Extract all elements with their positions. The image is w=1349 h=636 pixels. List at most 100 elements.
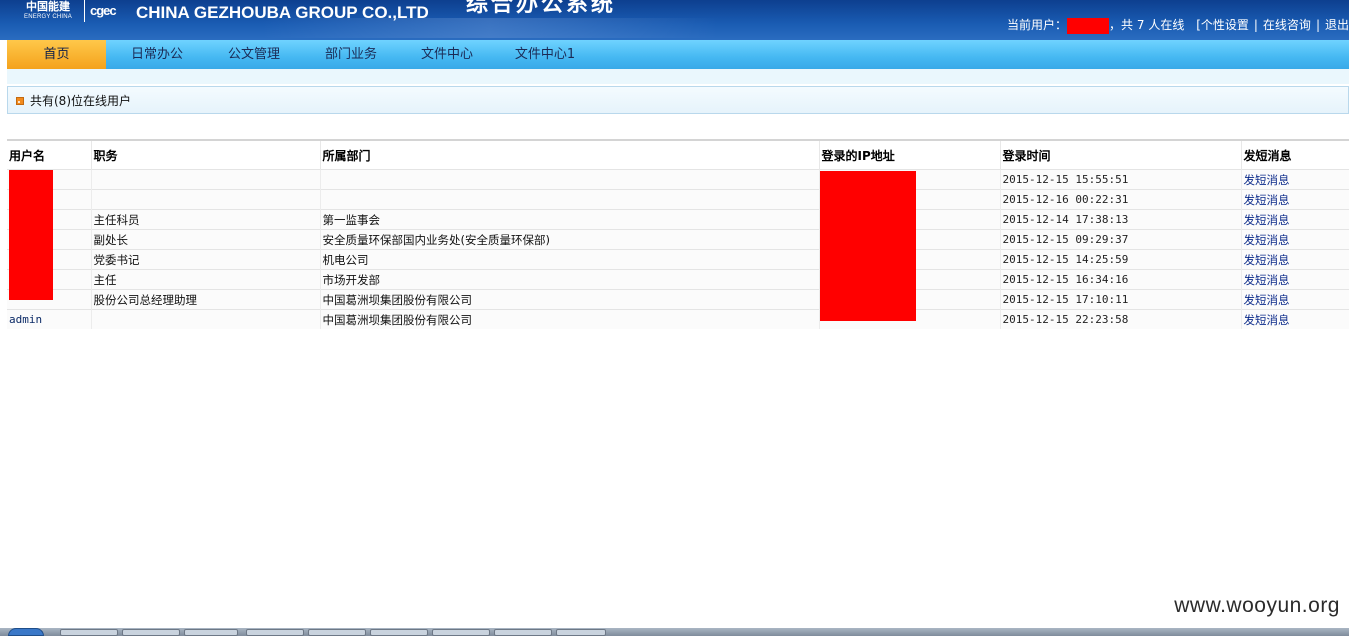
taskbar-button[interactable] xyxy=(246,629,304,636)
cell-login-time: 2015-12-15 16:34:16 xyxy=(1000,269,1242,290)
table-row: 党委书记 机电公司 2015-12-15 14:25:59 发短消息 xyxy=(7,249,1349,270)
table-row: 主任 市场开发部 2015-12-15 16:34:16 发短消息 xyxy=(7,269,1349,290)
cell-login-time: 2015-12-15 09:29:37 xyxy=(1000,229,1242,250)
redacted-usernames xyxy=(9,170,53,300)
cell-action: 发短消息 xyxy=(1241,209,1349,230)
cell-action: 发短消息 xyxy=(1241,309,1349,329)
start-button[interactable] xyxy=(8,628,44,636)
nav-department-business[interactable]: 部门业务 xyxy=(311,40,391,69)
cell-login-time: 2015-12-15 22:23:58 xyxy=(1000,309,1242,329)
cell-action: 发短消息 xyxy=(1241,189,1349,210)
logout-link[interactable]: 退出 xyxy=(1325,18,1349,32)
rss-icon xyxy=(16,97,24,105)
online-count: 7 xyxy=(1136,18,1145,32)
col-header-send-message: 发短消息 xyxy=(1241,139,1349,170)
send-message-link[interactable]: 发短消息 xyxy=(1244,233,1290,247)
send-message-link[interactable]: 发短消息 xyxy=(1244,313,1290,327)
send-message-link[interactable]: 发短消息 xyxy=(1244,293,1290,307)
cell-username: admin xyxy=(7,309,92,329)
energy-china-logo: 中国能建 ENERGY CHINA xyxy=(18,0,78,22)
logo-cn: 中国能建 xyxy=(26,0,70,13)
watermark: www.wooyun.org xyxy=(1174,594,1340,617)
table-row: 2015-12-15 15:55:51 发短消息 xyxy=(7,169,1349,190)
cell-position xyxy=(91,189,321,210)
send-message-link[interactable]: 发短消息 xyxy=(1244,253,1290,267)
cell-action: 发短消息 xyxy=(1241,269,1349,290)
cell-department: 中国葛洲坝集团股份有限公司 xyxy=(320,289,820,310)
send-message-link[interactable]: 发短消息 xyxy=(1244,173,1290,187)
table-row: admin 中国葛洲坝集团股份有限公司 2015-12-15 22:23:58 … xyxy=(7,309,1349,329)
cell-position: 副处长 xyxy=(91,229,321,250)
current-user-label: 当前用户： xyxy=(1007,18,1068,32)
user-status-bar: 当前用户： ，共 7 人在线 [个性设置 | 在线咨询 | 退出 xyxy=(1007,16,1349,34)
company-name: CHINA GEZHOUBA GROUP CO.,LTD xyxy=(136,3,429,22)
cell-login-time: 2015-12-15 15:55:51 xyxy=(1000,169,1242,190)
table-row: 2015-12-16 00:22:31 发短消息 xyxy=(7,189,1349,210)
cell-login-time: 2015-12-16 00:22:31 xyxy=(1000,189,1242,210)
nav-home[interactable]: 首页 xyxy=(7,40,106,69)
cell-position: 主任 xyxy=(91,269,321,290)
system-title: 综合办公系统 xyxy=(466,0,617,17)
cell-action: 发短消息 xyxy=(1241,289,1349,310)
nav-document-management[interactable]: 公文管理 xyxy=(214,40,294,69)
taskbar-button[interactable] xyxy=(432,629,490,636)
subnav-bar xyxy=(7,69,1349,84)
table-row: 股份公司总经理助理 中国葛洲坝集团股份有限公司 2015-12-15 17:10… xyxy=(7,289,1349,310)
cell-action: 发短消息 xyxy=(1241,169,1349,190)
logo-divider xyxy=(84,0,85,22)
cell-department: 机电公司 xyxy=(320,249,820,270)
header-banner: 中国能建 ENERGY CHINA cgec CHINA GEZHOUBA GR… xyxy=(0,0,1349,40)
send-message-link[interactable]: 发短消息 xyxy=(1244,273,1290,287)
taskbar-button[interactable] xyxy=(60,629,118,636)
personal-settings-link[interactable]: [个性设置 xyxy=(1196,18,1249,32)
cell-login-time: 2015-12-15 14:25:59 xyxy=(1000,249,1242,270)
cell-action: 发短消息 xyxy=(1241,249,1349,270)
col-header-position: 职务 xyxy=(91,139,321,170)
online-prefix: ，共 xyxy=(1109,18,1134,32)
col-header-username: 用户名 xyxy=(7,139,92,170)
taskbar-button[interactable] xyxy=(556,629,606,636)
online-users-table: 用户名 职务 所属部门 登录的IP地址 登录时间 发短消息 2015-12-15… xyxy=(7,139,1349,329)
send-message-link[interactable]: 发短消息 xyxy=(1244,193,1290,207)
os-taskbar xyxy=(0,628,1349,636)
col-header-ip: 登录的IP地址 xyxy=(819,139,1001,170)
taskbar-button[interactable] xyxy=(308,629,366,636)
main-nav: 首页 日常办公 公文管理 部门业务 文件中心 文件中心1 xyxy=(7,40,1349,69)
cell-position: 主任科员 xyxy=(91,209,321,230)
cell-department: 第一监事会 xyxy=(320,209,820,230)
cell-login-time: 2015-12-15 17:10:11 xyxy=(1000,289,1242,310)
online-users-panel: 共有(8)位在线用户 xyxy=(7,86,1349,114)
online-users-link[interactable]: 人在线 xyxy=(1148,18,1184,32)
online-users-count-text: 共有(8)位在线用户 xyxy=(30,94,131,108)
col-header-login-time: 登录时间 xyxy=(1000,139,1242,170)
taskbar-button[interactable] xyxy=(122,629,180,636)
cell-position: 股份公司总经理助理 xyxy=(91,289,321,310)
cell-department xyxy=(320,189,820,210)
table-row: 主任科员 第一监事会 2015-12-14 17:38:13 发短消息 xyxy=(7,209,1349,230)
cell-position: 党委书记 xyxy=(91,249,321,270)
nav-file-center-1[interactable]: 文件中心1 xyxy=(503,40,587,69)
separator: | xyxy=(1253,18,1258,32)
nav-file-center[interactable]: 文件中心 xyxy=(407,40,487,69)
col-header-department: 所属部门 xyxy=(320,139,820,170)
taskbar-button[interactable] xyxy=(370,629,428,636)
taskbar-button[interactable] xyxy=(184,629,238,636)
cell-action: 发短消息 xyxy=(1241,229,1349,250)
cell-department: 中国葛洲坝集团股份有限公司 xyxy=(320,309,820,329)
taskbar-button[interactable] xyxy=(494,629,552,636)
cgec-logo-icon: cgec xyxy=(90,3,117,18)
cell-login-time: 2015-12-14 17:38:13 xyxy=(1000,209,1242,230)
separator: | xyxy=(1315,18,1320,32)
send-message-link[interactable]: 发短消息 xyxy=(1244,213,1290,227)
nav-daily-office[interactable]: 日常办公 xyxy=(117,40,197,69)
redacted-username xyxy=(1067,17,1110,34)
cell-department: 市场开发部 xyxy=(320,269,820,290)
table-header-row: 用户名 职务 所属部门 登录的IP地址 登录时间 发短消息 xyxy=(7,139,1349,170)
cell-position xyxy=(91,169,321,190)
cell-department xyxy=(320,169,820,190)
redacted-ip-addresses xyxy=(820,171,916,321)
table-row: 副处长 安全质量环保部国内业务处(安全质量环保部) 2015-12-15 09:… xyxy=(7,229,1349,250)
online-consult-link[interactable]: 在线咨询 xyxy=(1263,18,1311,32)
logo-en: ENERGY CHINA xyxy=(24,14,72,20)
cell-position xyxy=(91,309,321,329)
